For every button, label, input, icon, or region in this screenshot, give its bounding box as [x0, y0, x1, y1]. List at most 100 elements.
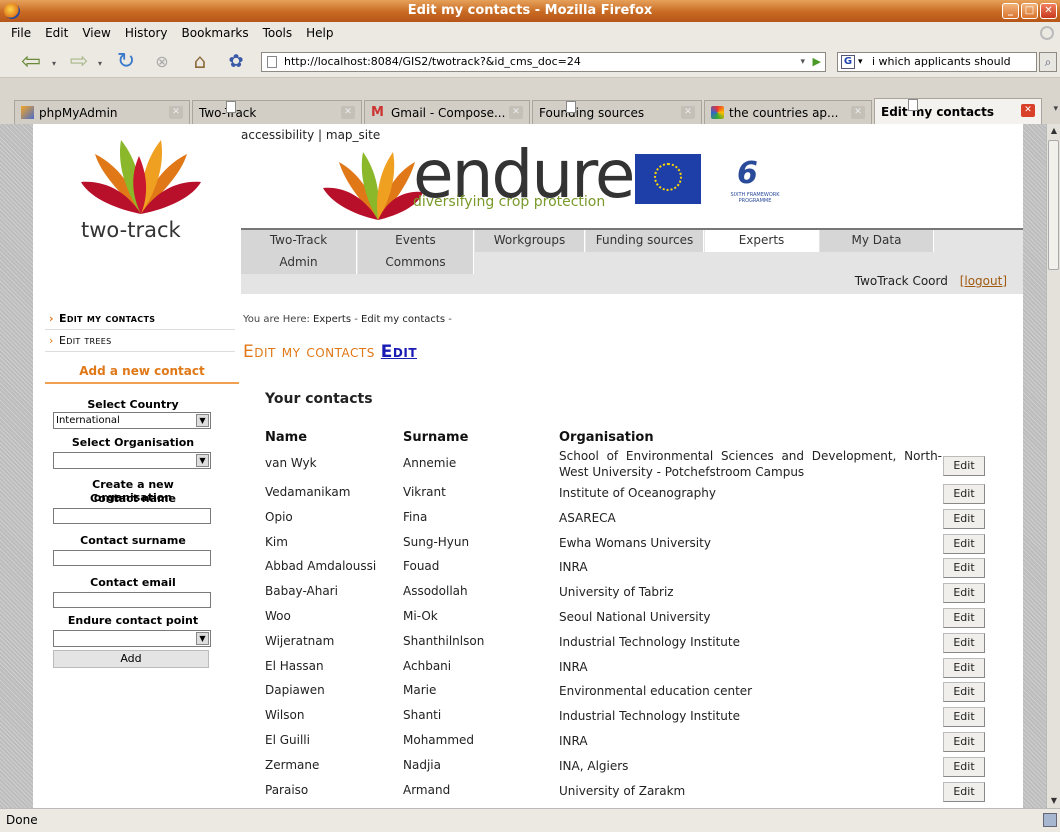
- edit-contact-button[interactable]: Edit: [943, 682, 985, 703]
- minimize-icon[interactable]: _: [1002, 3, 1019, 19]
- menu-workgroups[interactable]: Workgroups: [475, 230, 585, 252]
- edit-contact-button[interactable]: Edit: [943, 533, 985, 554]
- tab-founding-sources[interactable]: Founding sources ✕: [532, 100, 702, 124]
- search-input[interactable]: G ▾ i which applicants should: [837, 52, 1037, 72]
- scroll-down-icon[interactable]: ▼: [1047, 794, 1060, 808]
- two-track-logo[interactable]: two-track: [53, 134, 233, 244]
- google-icon[interactable]: G: [841, 55, 855, 69]
- menu-my-data[interactable]: My Data: [820, 230, 934, 252]
- contact-email-label: Contact email: [90, 576, 176, 589]
- search-magnifier-icon[interactable]: ⌕: [1039, 52, 1057, 72]
- reload-icon[interactable]: ↻: [112, 49, 140, 74]
- close-tab-icon[interactable]: ✕: [681, 106, 695, 119]
- contact-surname: Fina: [403, 509, 428, 524]
- tab-list-dropdown-icon[interactable]: ▾: [1053, 104, 1058, 114]
- edit-title-link[interactable]: Edit: [381, 342, 417, 362]
- tab-two-track[interactable]: Two-Track ✕: [192, 100, 362, 124]
- breadcrumb-edit-my-contacts[interactable]: Edit my contacts: [361, 314, 445, 325]
- contact-organisation: INA, Algiers: [559, 758, 629, 773]
- endure-contact-select[interactable]: ▼: [53, 630, 211, 647]
- edit-contact-button[interactable]: Edit: [943, 707, 985, 728]
- lotus-logo-icon: [81, 140, 201, 214]
- edit-contact-button[interactable]: Edit: [943, 657, 985, 678]
- maximize-icon[interactable]: □: [1021, 3, 1038, 19]
- edit-contact-button[interactable]: Edit: [943, 608, 985, 628]
- sidebar-item-edit-my-contacts[interactable]: Edit my contacts: [45, 308, 235, 330]
- menu-two-track[interactable]: Two-Track: [241, 230, 357, 252]
- add-button[interactable]: Add: [53, 650, 209, 668]
- contact-organisation: Seoul National University: [559, 610, 711, 624]
- forward-arrow-icon[interactable]: ⇨: [64, 49, 94, 74]
- country-select[interactable]: International ▼: [53, 412, 211, 429]
- edit-contact-button[interactable]: Edit: [943, 781, 985, 802]
- contact-name-label: Contact name: [90, 492, 176, 505]
- vertical-scrollbar[interactable]: ▲ ▼: [1046, 124, 1060, 808]
- accessibility-link[interactable]: accessibility: [241, 128, 314, 142]
- endure-tagline: diversifying crop protection: [413, 194, 606, 210]
- menu-file[interactable]: File: [4, 26, 38, 40]
- menu-admin[interactable]: Admin: [241, 252, 357, 274]
- home-icon[interactable]: ⌂: [186, 49, 214, 73]
- contacts-heading: Your contacts: [265, 391, 373, 407]
- back-dropdown-icon[interactable]: ▾: [52, 59, 56, 68]
- search-engine-dropdown-icon[interactable]: ▾: [858, 53, 863, 71]
- scroll-thumb[interactable]: [1048, 140, 1059, 270]
- close-tab-icon[interactable]: ✕: [169, 106, 183, 119]
- column-header-surname: Surname: [403, 430, 469, 445]
- breadcrumb-experts[interactable]: Experts: [313, 314, 351, 325]
- fp6-text: SIXTH FRAMEWORK PROGRAMME: [730, 192, 780, 204]
- logout-link[interactable]: [logout]: [960, 274, 1007, 288]
- contact-organisation: University of Tabriz: [559, 585, 674, 600]
- table-row: Wijeratnam Shanthilnlson Industrial Techno…: [265, 631, 995, 656]
- contact-email-field[interactable]: [53, 592, 211, 608]
- addon-icon[interactable]: ✿: [222, 49, 250, 73]
- contact-surname-field[interactable]: [53, 550, 211, 566]
- contact-organisation: University of Zarakm: [559, 783, 686, 798]
- menu-view[interactable]: View: [75, 26, 117, 40]
- contact-organisation: INRA: [559, 659, 588, 674]
- tab-gmail[interactable]: M Gmail - Compose... ✕: [364, 100, 530, 124]
- edit-contact-button[interactable]: Edit: [943, 484, 985, 504]
- menu-events[interactable]: Events: [358, 230, 474, 252]
- go-arrow-icon[interactable]: ▶: [813, 53, 821, 71]
- url-bar[interactable]: http://localhost:8084/GIS2/twotrack?&id_…: [261, 52, 826, 72]
- edit-contact-button[interactable]: Edit: [943, 583, 985, 604]
- menu-history[interactable]: History: [118, 26, 175, 40]
- menu-edit[interactable]: Edit: [38, 26, 75, 40]
- close-tab-icon[interactable]: ✕: [341, 106, 355, 119]
- tab-label: phpMyAdmin: [39, 105, 118, 120]
- sidebar-item-edit-trees[interactable]: Edit trees: [45, 330, 235, 352]
- menu-tools[interactable]: Tools: [256, 26, 300, 40]
- edit-contact-button[interactable]: Edit: [943, 558, 985, 579]
- tab-label: Gmail - Compose...: [391, 105, 506, 120]
- contact-surname: Achbani: [403, 658, 452, 673]
- table-row: El Guilli Mohammed INRA Edit: [265, 730, 995, 755]
- breadcrumb-separator: -: [354, 314, 362, 325]
- menu-commons[interactable]: Commons: [358, 252, 474, 274]
- menu-funding-sources[interactable]: Funding sources: [586, 230, 704, 252]
- organisation-select[interactable]: ▼: [53, 452, 211, 469]
- forward-dropdown-icon[interactable]: ▾: [98, 59, 102, 68]
- edit-contact-button[interactable]: Edit: [943, 756, 985, 777]
- tab-countries[interactable]: the countries ap... ✕: [704, 100, 872, 124]
- window-controls: _ □ ✕: [1002, 3, 1057, 19]
- menu-bookmarks[interactable]: Bookmarks: [175, 26, 256, 40]
- contact-name-field[interactable]: [53, 508, 211, 524]
- close-tab-icon[interactable]: ✕: [851, 106, 865, 119]
- edit-contact-button[interactable]: Edit: [943, 456, 985, 476]
- close-tab-icon[interactable]: ✕: [1021, 104, 1035, 117]
- tab-phpmyadmin[interactable]: phpMyAdmin ✕: [14, 100, 190, 124]
- close-icon[interactable]: ✕: [1040, 3, 1057, 19]
- close-tab-icon[interactable]: ✕: [509, 106, 523, 119]
- edit-contact-button[interactable]: Edit: [943, 508, 985, 529]
- menu-experts[interactable]: Experts: [705, 230, 819, 252]
- back-arrow-icon[interactable]: ⇦: [14, 47, 48, 75]
- edit-contact-button[interactable]: Edit: [943, 632, 985, 653]
- menu-help[interactable]: Help: [299, 26, 340, 40]
- scroll-up-icon[interactable]: ▲: [1047, 124, 1060, 138]
- stop-icon[interactable]: ⊗: [148, 49, 176, 73]
- edit-contact-button[interactable]: Edit: [943, 732, 985, 752]
- tab-edit-my-contacts[interactable]: Edit my contacts ✕: [874, 98, 1042, 124]
- status-text: Done: [6, 813, 38, 827]
- url-dropdown-icon[interactable]: ▾: [800, 53, 805, 71]
